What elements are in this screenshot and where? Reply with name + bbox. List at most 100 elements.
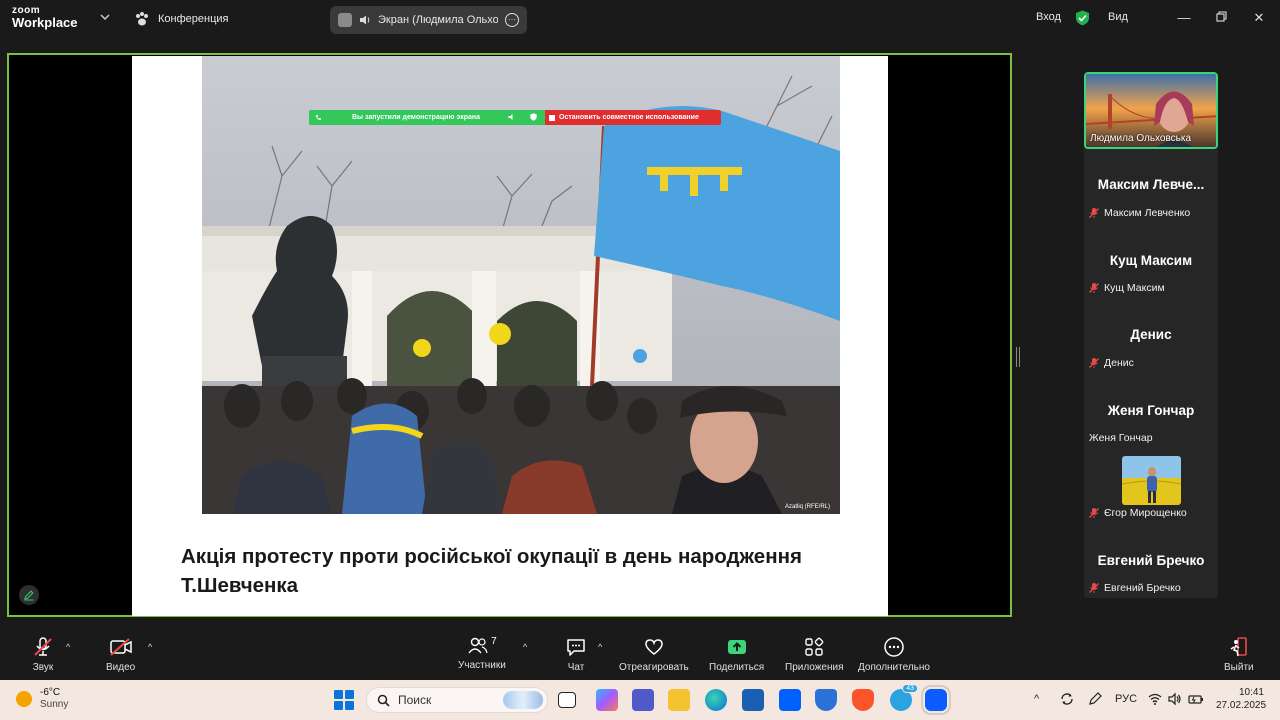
share-button[interactable]: Поделиться xyxy=(709,636,764,673)
windows-start-icon[interactable] xyxy=(334,690,354,710)
screen-share-pill[interactable]: Экран (Людмила Ольховська) ··· xyxy=(330,6,527,34)
video-options-chevron-up-icon[interactable]: ^ xyxy=(148,642,152,652)
participant-video-tile[interactable]: Людмила Ольховська xyxy=(1084,72,1218,149)
weather-condition: Sunny xyxy=(40,699,69,710)
audio-options-chevron-up-icon[interactable]: ^ xyxy=(66,642,70,652)
meeting-info-button[interactable]: Конференция xyxy=(134,11,228,27)
copilot-icon[interactable] xyxy=(596,689,618,711)
taskbar-clock[interactable]: 10:41 27.02.2025 xyxy=(1216,686,1266,712)
avatar xyxy=(338,13,352,27)
participants-options-chevron-up-icon[interactable]: ^ xyxy=(523,642,527,652)
speaker-icon[interactable] xyxy=(508,113,516,123)
more-options-icon[interactable]: ··· xyxy=(505,13,519,27)
participant-name-text: Єгор Мирощенко xyxy=(1104,507,1187,519)
participant-video-thumbnail[interactable] xyxy=(1122,456,1181,505)
meeting-toolbar: Звук ^ Видео ^ 7 Участники ^ Чат ^ Отреа… xyxy=(0,628,1280,680)
audio-button[interactable]: Звук xyxy=(30,636,56,673)
windows-taskbar: -6°C Sunny Поиск 43 ^ РУС 10:41 27.02.20… xyxy=(0,680,1280,720)
battery-icon[interactable] xyxy=(1188,692,1204,709)
close-icon[interactable]: ✕ xyxy=(1251,10,1267,26)
slide-caption: Акція протесту проти російської окупації… xyxy=(181,545,802,597)
participant-name-tile[interactable]: Кущ Максим xyxy=(1084,253,1218,268)
mic-muted-icon xyxy=(34,637,52,656)
brave-icon[interactable] xyxy=(852,689,874,711)
screen-share-label: Экран (Людмила Ольховська) xyxy=(378,14,498,26)
store-icon[interactable] xyxy=(742,689,764,711)
search-highlight-image xyxy=(503,691,543,709)
panel-resize-handle[interactable] xyxy=(1016,347,1020,367)
share-label: Поделиться xyxy=(709,662,765,673)
dropbox-icon[interactable] xyxy=(779,689,801,711)
shared-screen-stage: Azatliq (RFE/RL) Акція протесту проти ро… xyxy=(7,53,1012,617)
video-button[interactable]: Видео xyxy=(106,636,135,673)
heart-icon xyxy=(645,639,663,655)
volume-icon[interactable] xyxy=(1168,692,1182,709)
zoom-taskbar-icon[interactable] xyxy=(921,685,951,715)
file-explorer-icon[interactable] xyxy=(668,689,690,711)
photo-credit: Azatliq (RFE/RL) xyxy=(785,504,830,510)
apps-button[interactable]: Приложения xyxy=(785,636,844,673)
share-screen-icon xyxy=(727,640,746,654)
participants-label: Участники xyxy=(458,660,506,671)
participant-name-tile[interactable]: Евгений Бречко xyxy=(1084,553,1218,568)
mic-muted-icon xyxy=(1089,508,1099,518)
task-view-icon[interactable] xyxy=(558,692,576,708)
view-button[interactable]: Вид xyxy=(1108,11,1128,23)
title-bar: zoom Workplace Конференция Экран (Людмил… xyxy=(0,0,1280,38)
wifi-icon[interactable] xyxy=(1148,692,1162,709)
chat-options-chevron-up-icon[interactable]: ^ xyxy=(598,642,602,652)
screen-share-banner: Вы запустили демонстрацию экрана Останов… xyxy=(309,110,721,125)
phone-icon xyxy=(316,115,321,120)
participants-gallery: Людмила Ольховська Максим Левче... Макси… xyxy=(1084,72,1218,598)
participant-name-label: Кущ Максим xyxy=(1088,282,1165,294)
weather-widget[interactable]: -6°C Sunny xyxy=(16,687,68,711)
teams-icon[interactable] xyxy=(632,689,654,711)
sync-icon[interactable] xyxy=(1060,692,1074,709)
telegram-icon[interactable]: 43 xyxy=(890,684,918,711)
tray-overflow-chevron-up-icon[interactable]: ^ xyxy=(1034,693,1039,705)
participant-name-tile[interactable]: Денис xyxy=(1084,327,1218,342)
leave-button[interactable]: Выйти xyxy=(1224,636,1254,673)
participants-count: 7 xyxy=(491,636,497,647)
more-label: Дополнительно xyxy=(858,662,930,673)
telegram-unread-badge: 43 xyxy=(902,684,918,693)
logo-workplace-text: Workplace xyxy=(12,15,78,30)
pen-tray-icon[interactable] xyxy=(1088,692,1102,709)
more-icon xyxy=(884,637,904,657)
input-language[interactable]: РУС xyxy=(1115,693,1137,705)
mic-muted-icon xyxy=(1089,208,1099,218)
zoom-workplace-logo[interactable]: zoom Workplace xyxy=(12,6,78,30)
restore-icon[interactable] xyxy=(1213,10,1229,26)
paw-icon xyxy=(136,12,148,26)
participant-name-tile[interactable]: Максим Левче... xyxy=(1084,177,1218,192)
presentation-slide: Azatliq (RFE/RL) Акція протесту проти ро… xyxy=(132,56,888,616)
participants-button[interactable]: 7 Участники xyxy=(458,636,506,671)
apps-label: Приложения xyxy=(785,662,844,673)
security-shield-icon[interactable] xyxy=(1075,10,1090,26)
chat-button[interactable]: Чат xyxy=(565,636,587,673)
mic-muted-icon xyxy=(1089,283,1099,293)
stop-share-button[interactable]: Остановить совместное использование xyxy=(545,110,721,125)
edge-icon[interactable] xyxy=(705,689,727,711)
participant-name-label: Людмила Ольховська xyxy=(1090,133,1192,144)
participant-name-label: Єгор Мирощенко xyxy=(1088,507,1187,519)
mic-muted-icon xyxy=(1089,583,1099,593)
annotate-pencil-icon[interactable] xyxy=(19,585,39,605)
taskbar-search[interactable]: Поиск xyxy=(366,687,548,713)
chevron-down-icon[interactable] xyxy=(100,12,114,26)
shield-icon xyxy=(530,112,537,123)
leave-icon xyxy=(1230,637,1247,657)
leave-label: Выйти xyxy=(1224,662,1254,673)
participant-name-tile[interactable]: Женя Гончар xyxy=(1084,403,1218,418)
share-status-text: Вы запустили демонстрацию экрана xyxy=(352,114,481,121)
more-button[interactable]: Дополнительно xyxy=(858,636,930,673)
minimize-icon[interactable]: — xyxy=(1176,10,1192,26)
vpn-shield-icon[interactable] xyxy=(815,689,837,711)
meeting-label: Конференция xyxy=(158,13,229,25)
weather-temp: -6°C xyxy=(40,687,61,698)
sign-in-link[interactable]: Вход xyxy=(1036,11,1061,23)
react-button[interactable]: Отреагировать xyxy=(619,636,689,673)
sun-icon xyxy=(16,691,32,707)
participant-name-text: Евгений Бречко xyxy=(1104,582,1181,594)
share-status: Вы запустили демонстрацию экрана xyxy=(309,110,545,125)
